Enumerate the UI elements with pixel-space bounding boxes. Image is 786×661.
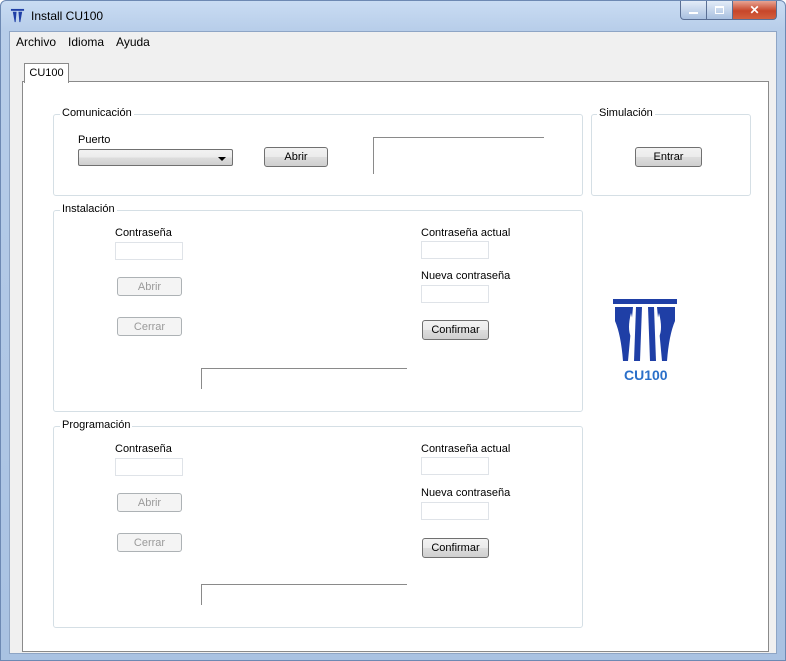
programacion-contrasena-label: Contraseña xyxy=(115,443,172,455)
minimize-button[interactable] xyxy=(680,1,707,20)
close-button[interactable]: ✕ xyxy=(733,1,777,20)
window-title: Install CU100 xyxy=(31,9,104,23)
programacion-abrir-button[interactable]: Abrir xyxy=(117,493,182,512)
simulacion-title: Simulación xyxy=(597,107,655,119)
instalacion-status-display xyxy=(201,368,407,389)
cu100-logo-text: CU100 xyxy=(624,367,668,383)
app-window: Install CU100 ✕ Archivo Idioma Ayuda CU1… xyxy=(0,0,786,661)
instalacion-actual-label: Contraseña actual xyxy=(421,227,511,239)
comunicacion-status-display xyxy=(373,137,544,174)
tab-cu100[interactable]: CU100 xyxy=(24,63,69,83)
programacion-nueva-label: Nueva contraseña xyxy=(421,487,511,499)
instalacion-contrasena-input[interactable] xyxy=(115,242,183,260)
instalacion-abrir-button[interactable]: Abrir xyxy=(117,277,182,296)
close-icon: ✕ xyxy=(749,3,760,17)
programacion-title: Programación xyxy=(60,419,133,431)
instalacion-cerrar-button[interactable]: Cerrar xyxy=(117,317,182,336)
programacion-contrasena-input[interactable] xyxy=(115,458,183,476)
chevron-down-icon xyxy=(218,157,226,161)
menu-bar: Archivo Idioma Ayuda xyxy=(10,32,776,52)
menu-ayuda[interactable]: Ayuda xyxy=(116,35,150,49)
minimize-icon xyxy=(689,11,698,14)
puerto-label: Puerto xyxy=(78,134,111,146)
instalacion-actual-input[interactable] xyxy=(421,241,489,259)
entrar-button[interactable]: Entrar xyxy=(635,147,702,167)
window-controls: ✕ xyxy=(680,1,777,21)
programacion-actual-input[interactable] xyxy=(421,457,489,475)
instalacion-nueva-input[interactable] xyxy=(421,285,489,303)
comunicacion-title: Comunicación xyxy=(60,107,134,119)
programacion-actual-label: Contraseña actual xyxy=(421,443,511,455)
maximize-icon xyxy=(715,6,724,14)
programacion-confirmar-button[interactable]: Confirmar xyxy=(422,538,489,558)
app-logo-icon xyxy=(10,8,25,23)
instalacion-nueva-label: Nueva contraseña xyxy=(421,270,511,282)
comunicacion-abrir-button[interactable]: Abrir xyxy=(264,147,328,167)
instalacion-title: Instalación xyxy=(60,203,117,215)
menu-archivo[interactable]: Archivo xyxy=(16,35,56,49)
title-bar: Install CU100 ✕ xyxy=(1,1,785,31)
tab-page-cu100: Comunicación Puerto Abrir Simulación Ent… xyxy=(22,81,769,652)
cu100-logo-icon xyxy=(613,299,677,361)
maximize-button[interactable] xyxy=(707,1,733,20)
programacion-cerrar-button[interactable]: Cerrar xyxy=(117,533,182,552)
puerto-select[interactable] xyxy=(78,149,233,166)
menu-idioma[interactable]: Idioma xyxy=(68,35,104,49)
instalacion-confirmar-button[interactable]: Confirmar xyxy=(422,320,489,340)
instalacion-contrasena-label: Contraseña xyxy=(115,227,172,239)
programacion-status-display xyxy=(201,584,407,605)
programacion-nueva-input[interactable] xyxy=(421,502,489,520)
client-area: Archivo Idioma Ayuda CU100 Comunicación … xyxy=(9,31,777,654)
